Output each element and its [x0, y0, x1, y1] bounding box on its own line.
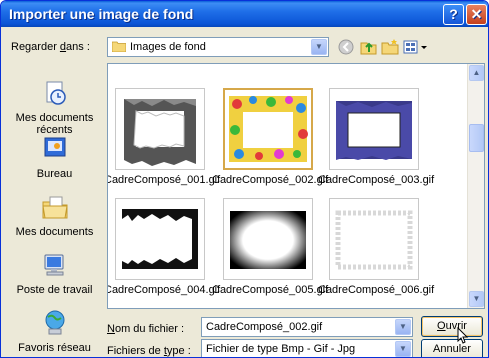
- thumbnail-image: [122, 209, 198, 269]
- place-recent-documents[interactable]: Mes documents récents: [5, 79, 104, 136]
- scroll-down-icon[interactable]: ▼: [469, 291, 484, 307]
- title-bar[interactable]: Importer une image de fond ? ✕: [1, 1, 488, 27]
- place-my-computer[interactable]: Poste de travail: [5, 251, 104, 296]
- place-desktop[interactable]: Bureau: [5, 135, 104, 180]
- thumbnail: [223, 198, 313, 280]
- recent-documents-icon: [46, 81, 66, 105]
- lookin-dropdown[interactable]: Images de fond ▼: [107, 37, 329, 57]
- view-menu-icon[interactable]: [401, 37, 431, 57]
- vertical-scrollbar[interactable]: ▲ ▼: [467, 64, 484, 308]
- thumbnail-image: [229, 96, 308, 162]
- thumbnail: [115, 88, 205, 170]
- filetype-value: Fichier de type Bmp - Gif - Jpg: [206, 343, 356, 355]
- thumbnail: [329, 198, 419, 280]
- thumbnail: [115, 198, 205, 280]
- my-computer-icon: [44, 254, 63, 276]
- new-folder-icon[interactable]: [379, 37, 401, 57]
- places-bar: Mes documents récents Bureau Mes documen…: [5, 63, 104, 357]
- thumbnail: [329, 88, 419, 170]
- place-label: Poste de travail: [16, 284, 93, 296]
- lookin-value: Images de fond: [130, 41, 206, 53]
- place-label: Favoris réseau: [18, 342, 91, 354]
- file-thumbnail-view[interactable]: CadreComposé_001.gif CadreComposé_002.gi…: [107, 63, 485, 309]
- filetype-dropdown[interactable]: Fichier de type Bmp - Gif - Jpg ▼: [201, 339, 413, 357]
- thumbnail-image: [230, 211, 306, 269]
- back-icon[interactable]: [335, 37, 357, 57]
- place-label: Mes documents récents: [15, 112, 94, 136]
- file-name: CadreComposé_001.gif: [107, 174, 221, 186]
- open-button[interactable]: Ouvrir: [421, 316, 483, 337]
- up-folder-icon[interactable]: [357, 37, 379, 57]
- chevron-down-icon[interactable]: ▼: [311, 39, 327, 55]
- cancel-button[interactable]: Annuler: [421, 339, 483, 357]
- close-button[interactable]: ✕: [466, 4, 487, 25]
- filename-field[interactable]: CadreComposé_002.gif ▼: [201, 317, 413, 337]
- filename-label: Nom du fichier :: [107, 323, 185, 335]
- dialog-title: Importer une image de fond: [9, 6, 194, 22]
- thumbnail-image: [124, 99, 196, 166]
- network-places-icon: [45, 310, 64, 335]
- help-button[interactable]: ?: [443, 4, 464, 25]
- place-label: Mes documents: [15, 226, 94, 238]
- file-name: CadreComposé_002.gif: [212, 174, 329, 186]
- thumbnail: [223, 88, 313, 170]
- file-name: CadreComposé_005.gif: [212, 284, 329, 296]
- file-name: CadreComposé_004.gif: [107, 284, 221, 296]
- place-label: Bureau: [36, 168, 73, 180]
- lookin-label: Regarder dans :: [11, 41, 90, 53]
- filetype-label: Fichiers de type :: [107, 345, 191, 357]
- desktop-icon: [44, 137, 65, 157]
- scroll-up-icon[interactable]: ▲: [469, 65, 484, 81]
- folder-icon: [112, 41, 126, 52]
- place-my-documents[interactable]: Mes documents: [5, 193, 104, 238]
- file-name: CadreComposé_006.gif: [318, 284, 435, 296]
- chevron-down-icon[interactable]: ▼: [395, 319, 411, 335]
- place-network[interactable]: Favoris réseau: [5, 309, 104, 354]
- thumbnail-image: [336, 101, 412, 160]
- chevron-down-icon[interactable]: ▼: [395, 341, 411, 357]
- my-documents-icon: [41, 196, 68, 219]
- file-name: CadreComposé_003.gif: [318, 174, 435, 186]
- scrollbar-thumb[interactable]: [469, 124, 484, 152]
- thumbnail-image: [335, 210, 413, 270]
- import-background-dialog: Importer une image de fond ? ✕ Regarder …: [0, 0, 489, 358]
- filename-value: CadreComposé_002.gif: [206, 321, 323, 333]
- mouse-cursor-icon: [457, 327, 469, 344]
